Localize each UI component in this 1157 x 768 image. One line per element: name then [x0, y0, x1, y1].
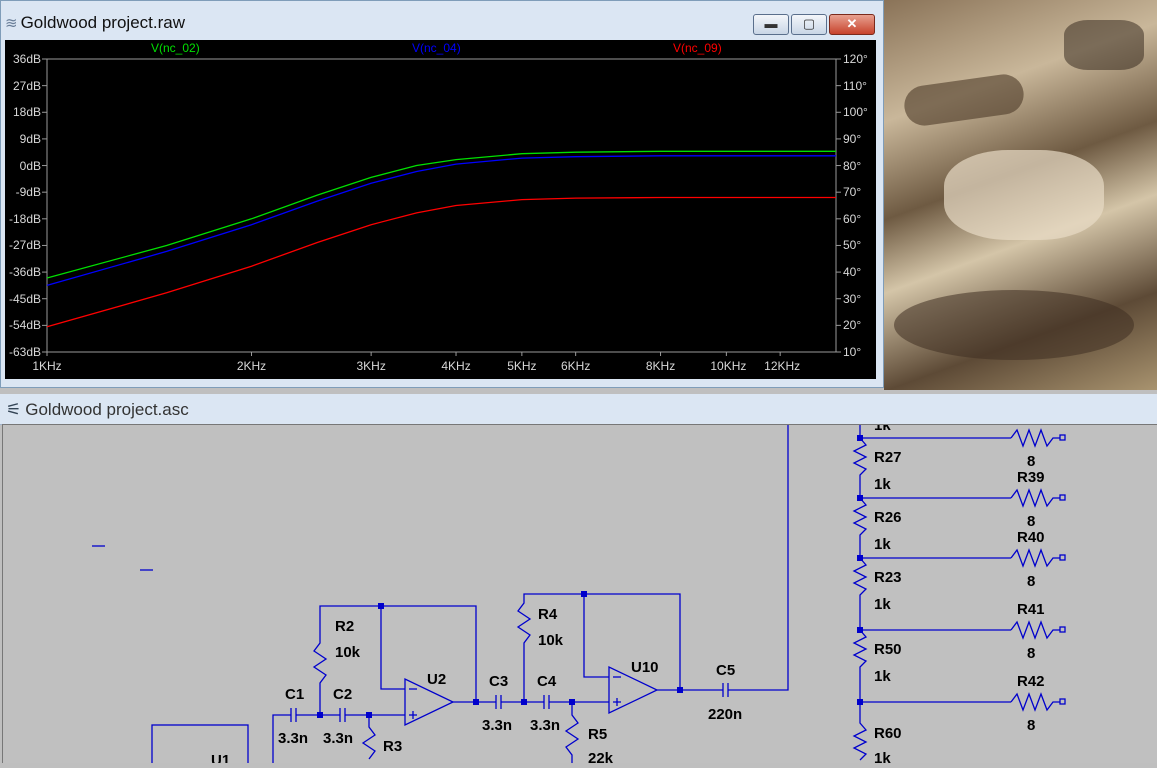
c5-label: C5	[716, 662, 735, 679]
trace-vnc_04[interactable]	[46, 155, 836, 287]
waveform-window[interactable]: ≋ Goldwood project.raw ▬ ▢ ✕ V(nc_02) V(n…	[0, 0, 884, 388]
c1-label: C1	[285, 686, 304, 703]
c2-value: 3.3n	[323, 730, 353, 747]
r40-label: R40	[1017, 529, 1045, 546]
waveform-plot[interactable]: V(nc_02) V(nc_04) V(nc_09) 36dB 27dB 18dB 9…	[5, 40, 876, 379]
plot-frame	[46, 58, 837, 353]
trace-vnc_02[interactable]	[46, 150, 836, 279]
r4-label: R4	[538, 606, 558, 623]
c5-value: 220n	[708, 706, 742, 723]
r-top-value: 1k	[874, 425, 891, 434]
r39-value: 8	[1027, 513, 1035, 530]
minimize-button[interactable]: ▬	[753, 14, 789, 35]
waveform-window-title: ≋ Goldwood project.raw	[5, 13, 185, 32]
bode-chart	[42, 58, 841, 356]
r26-value: 1k	[874, 536, 891, 553]
r42-value: 8	[1027, 717, 1035, 734]
u2-label: U2	[427, 671, 446, 688]
r2-label: R2	[335, 618, 354, 635]
schematic-window-titlebar[interactable]: ⚟ Goldwood project.asc	[0, 394, 1157, 425]
r50-value: 1k	[874, 668, 891, 685]
r60-value: 1k	[874, 750, 891, 763]
r26-label: R26	[874, 509, 902, 526]
c3-value: 3.3n	[482, 717, 512, 734]
r3-label: R3	[383, 738, 402, 755]
waveform-icon: ≋	[5, 15, 18, 32]
maximize-button[interactable]: ▢	[791, 14, 827, 35]
r42-label: R42	[1017, 673, 1045, 690]
u1-label: U1	[211, 752, 230, 763]
close-button[interactable]: ✕	[829, 14, 875, 35]
desktop-wallpaper	[884, 0, 1157, 390]
schematic-icon: ⚟	[6, 400, 22, 419]
r5-value: 22k	[588, 750, 614, 763]
r40-value: 8	[1027, 573, 1035, 590]
r27-label: R27	[874, 449, 902, 466]
r60-label: R60	[874, 725, 902, 742]
r27-value: 1k	[874, 476, 891, 493]
schematic-window-title: ⚟ Goldwood project.asc	[6, 400, 189, 419]
trace-vnc_09[interactable]	[46, 196, 836, 328]
r23-value: 1k	[874, 596, 891, 613]
r41-value: 8	[1027, 645, 1035, 662]
u10-label: U10	[631, 659, 659, 676]
r39-label: R39	[1017, 469, 1045, 486]
r-top-res-value: 8	[1027, 453, 1035, 470]
r5-label: R5	[588, 726, 607, 743]
r50-label: R50	[874, 641, 902, 658]
c1-value: 3.3n	[278, 730, 308, 747]
r2-value: 10k	[335, 644, 361, 661]
c3-label: C3	[489, 673, 508, 690]
r23-label: R23	[874, 569, 902, 586]
r4-value: 10k	[538, 632, 564, 649]
c4-value: 3.3n	[530, 717, 560, 734]
schematic-canvas[interactable]: C1 3.3n C2 3.3n R2 10k R3 U1 U2 C3 3.3n …	[2, 417, 1157, 768]
r41-label: R41	[1017, 601, 1045, 618]
schematic-drawing: C1 3.3n C2 3.3n R2 10k R3 U1 U2 C3 3.3n …	[92, 417, 1066, 768]
c2-label: C2	[333, 686, 352, 703]
c4-label: C4	[537, 673, 557, 690]
